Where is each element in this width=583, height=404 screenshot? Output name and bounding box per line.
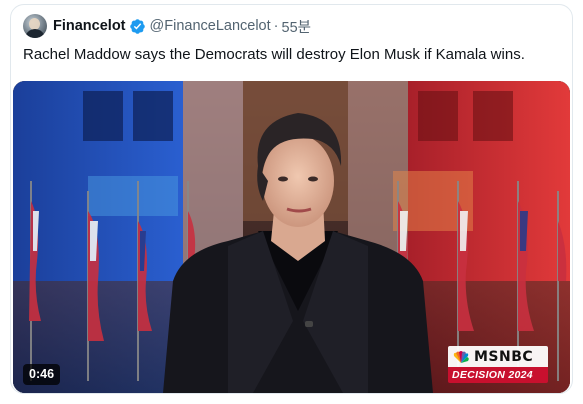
decision-banner: DECISION 2024 bbox=[448, 367, 548, 383]
tweet-card[interactable]: Financelot @FinanceLancelot · 55분 Rachel… bbox=[10, 4, 573, 394]
user-handle[interactable]: @FinanceLancelot bbox=[150, 18, 271, 34]
avatar-body bbox=[25, 29, 45, 38]
video-player[interactable]: 0:46 MSNBC DECISION 2024 bbox=[13, 81, 570, 393]
avatar[interactable] bbox=[23, 14, 47, 38]
separator-dot: · bbox=[273, 18, 279, 34]
peacock-icon bbox=[453, 350, 469, 363]
network-logo: MSNBC DECISION 2024 bbox=[448, 346, 548, 383]
network-name: MSNBC bbox=[474, 348, 534, 365]
verified-badge-icon bbox=[129, 18, 146, 35]
timestamp[interactable]: 55분 bbox=[282, 16, 311, 37]
video-duration: 0:46 bbox=[23, 364, 61, 385]
tweet-text: Rachel Maddow says the Democrats will de… bbox=[23, 46, 525, 63]
tweet-header: Financelot @FinanceLancelot · 55분 bbox=[23, 13, 311, 39]
display-name[interactable]: Financelot bbox=[53, 18, 126, 34]
